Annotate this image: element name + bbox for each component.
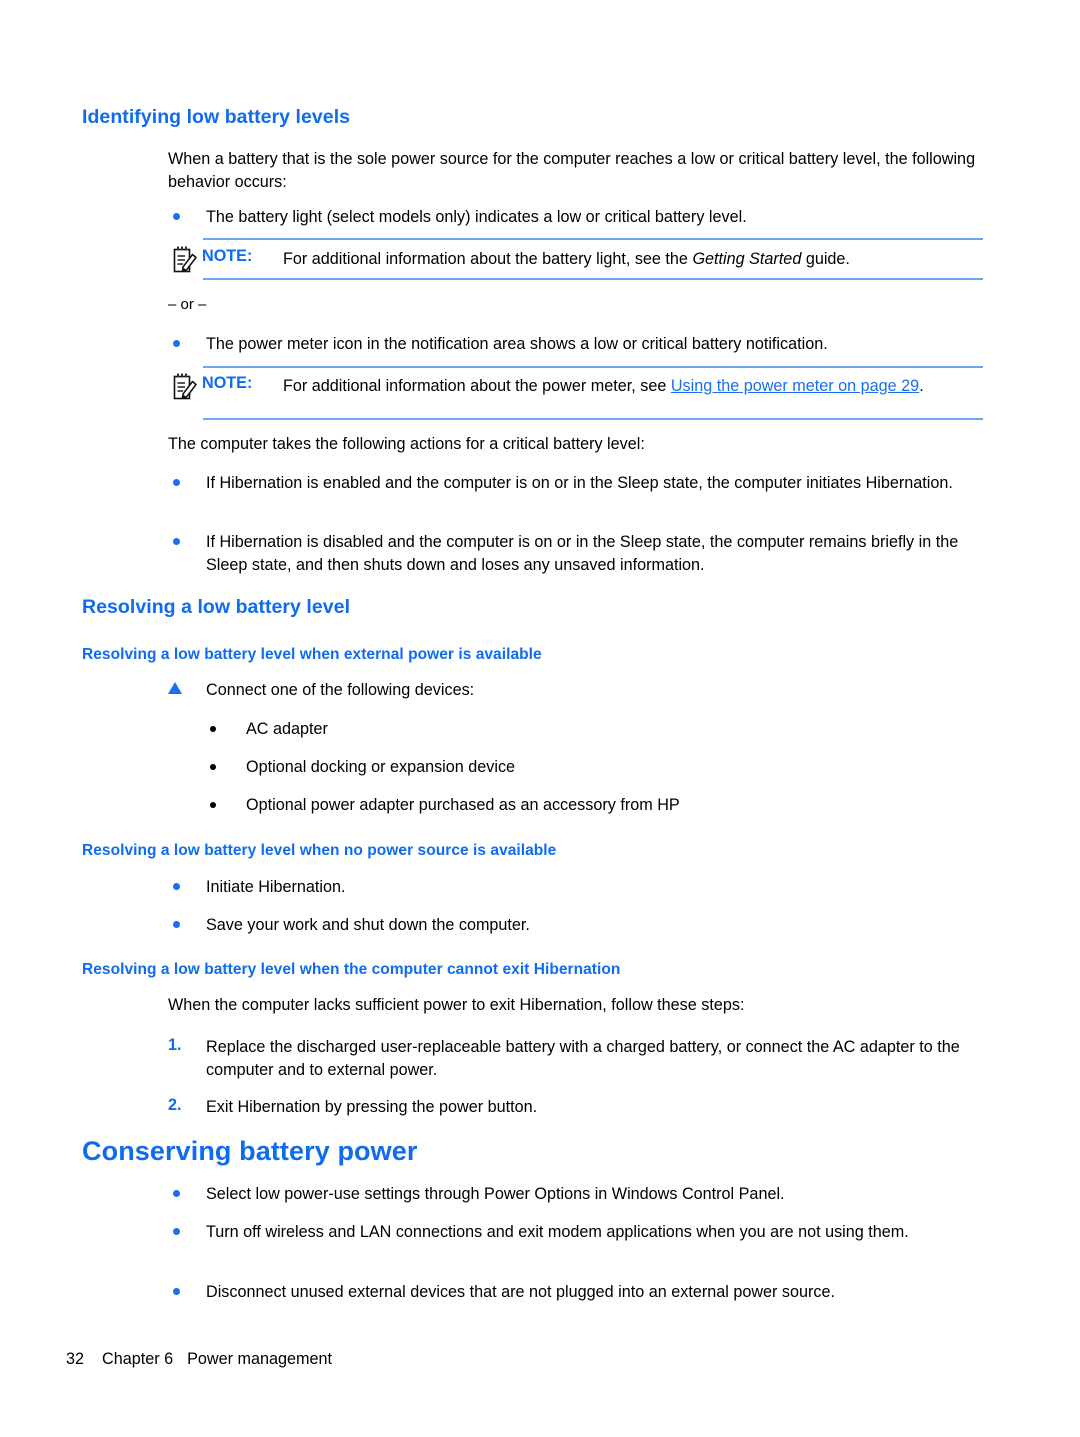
list-item: Disconnect unused external devices that … (206, 1283, 836, 1301)
or-separator: – or – (168, 296, 207, 313)
note-text: For additional information about the bat… (283, 247, 983, 271)
list-number: 1. (168, 1036, 182, 1054)
bullet-point-icon (173, 1190, 180, 1197)
single-step-item: Connect one of the following devices: (206, 681, 475, 699)
bullet-point-icon (173, 538, 180, 545)
footer-chapter-title: Power management (187, 1350, 332, 1368)
list-item: Optional power adapter purchased as an a… (246, 796, 680, 814)
footer-chapter: Chapter 6 (102, 1350, 174, 1368)
bullet-point-icon (173, 1228, 180, 1235)
note-bottom-rule (203, 418, 983, 420)
note-text: For additional information about the pow… (283, 374, 983, 398)
ordered-list-item: Exit Hibernation by pressing the power b… (206, 1098, 538, 1116)
note-top-rule (203, 366, 983, 368)
note-label: NOTE: (202, 374, 253, 392)
bullet-point-icon (173, 213, 180, 220)
paragraph-intro: When a battery that is the sole power so… (168, 150, 976, 191)
list-item: Optional docking or expansion device (246, 758, 516, 776)
heading-conserving-battery-power: Conserving battery power (82, 1136, 418, 1166)
note-label: NOTE: (202, 247, 253, 265)
list-item: Turn off wireless and LAN connections an… (206, 1223, 909, 1241)
note-bottom-rule (203, 278, 983, 280)
note-text-italic: Getting Started (692, 250, 802, 268)
bullet-point-icon (210, 726, 216, 732)
note-text-before: For additional information about the bat… (283, 250, 693, 268)
bullet-point-icon (210, 802, 216, 808)
bullet-point-icon (173, 340, 180, 347)
note-text-before: For additional information about the pow… (283, 377, 671, 395)
triangle-bullet-icon (168, 682, 182, 694)
bullet-point-icon (173, 921, 180, 928)
heading-external-power-available: Resolving a low battery level when exter… (82, 646, 542, 663)
note-pad-pencil-icon (172, 372, 198, 402)
list-item: If Hibernation is enabled and the comput… (206, 474, 953, 492)
document-page: Identifying low battery levels When a ba… (0, 0, 1080, 1437)
note-pad-pencil-icon (172, 245, 198, 275)
note-text-after: . (919, 377, 924, 395)
list-item: Save your work and shut down the compute… (206, 916, 530, 934)
list-item: Initiate Hibernation. (206, 878, 346, 896)
list-number: 2. (168, 1096, 182, 1114)
bullet-point-icon (173, 883, 180, 890)
paragraph-critical-actions: The computer takes the following actions… (168, 435, 645, 453)
heading-identifying-low-battery-levels: Identifying low battery levels (82, 106, 351, 128)
page-footer: 32 Chapter 6 Power management (66, 1350, 332, 1369)
list-item: The power meter icon in the notification… (206, 335, 828, 353)
paragraph-hibernation-steps-intro: When the computer lacks sufficient power… (168, 996, 745, 1014)
list-item: The battery light (select models only) i… (206, 208, 747, 226)
bullet-point-icon (210, 764, 216, 770)
list-item: Select low power-use settings through Po… (206, 1185, 785, 1203)
list-item: AC adapter (246, 720, 328, 738)
ordered-list-item: Replace the discharged user-replaceable … (206, 1038, 960, 1079)
bullet-point-icon (173, 479, 180, 486)
heading-cannot-exit-hibernation: Resolving a low battery level when the c… (82, 961, 621, 978)
heading-no-power-source-available: Resolving a low battery level when no po… (82, 842, 557, 859)
heading-resolving-a-low-battery-level: Resolving a low battery level (82, 596, 351, 618)
cross-reference-link[interactable]: Using the power meter on page 29 (671, 377, 919, 395)
footer-page-number: 32 (66, 1350, 85, 1368)
note-top-rule (203, 238, 983, 240)
bullet-point-icon (173, 1288, 180, 1295)
list-item: If Hibernation is disabled and the compu… (206, 533, 959, 574)
note-text-after: guide. (801, 250, 850, 268)
